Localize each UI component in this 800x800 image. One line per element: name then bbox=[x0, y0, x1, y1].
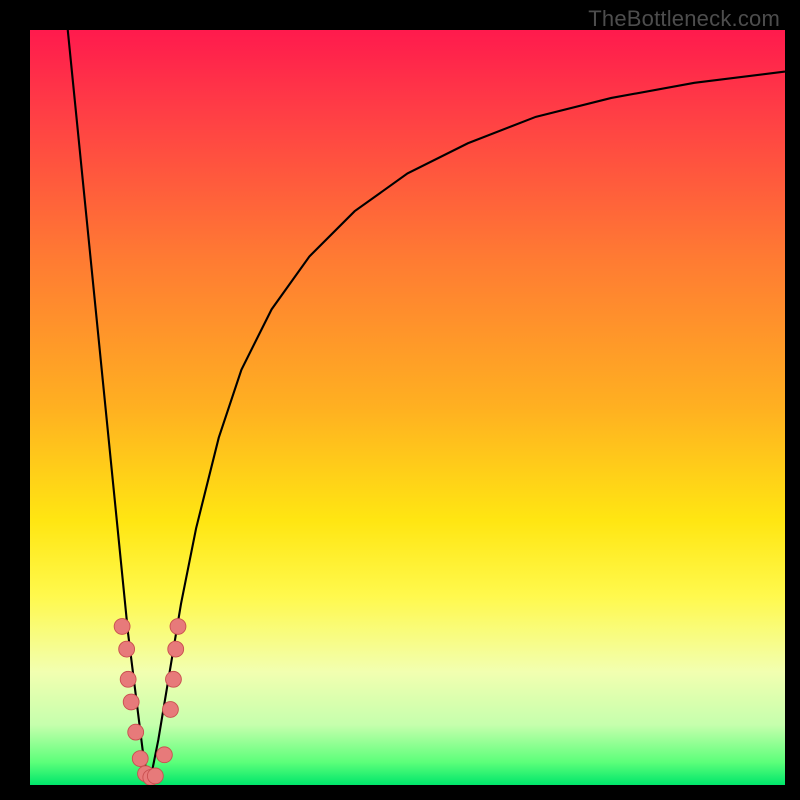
marker-dot bbox=[119, 641, 135, 657]
curve-right-branch bbox=[149, 72, 785, 785]
marker-group bbox=[114, 619, 186, 785]
curve-layer bbox=[30, 30, 785, 785]
marker-dot bbox=[123, 694, 139, 710]
marker-dot bbox=[132, 751, 148, 767]
frame-border-left bbox=[0, 0, 30, 800]
marker-dot bbox=[147, 768, 163, 784]
marker-dot bbox=[163, 702, 179, 718]
marker-dot bbox=[128, 724, 144, 740]
marker-dot bbox=[114, 619, 130, 635]
curve-left-branch bbox=[68, 30, 150, 785]
frame-border-bottom bbox=[0, 785, 800, 800]
chart-frame: TheBottleneck.com bbox=[0, 0, 800, 800]
marker-dot bbox=[168, 641, 184, 657]
plot-area bbox=[30, 30, 785, 785]
marker-dot bbox=[156, 747, 172, 763]
marker-dot bbox=[120, 671, 136, 687]
watermark: TheBottleneck.com bbox=[588, 6, 780, 32]
marker-dot bbox=[170, 619, 186, 635]
marker-dot bbox=[166, 671, 182, 687]
